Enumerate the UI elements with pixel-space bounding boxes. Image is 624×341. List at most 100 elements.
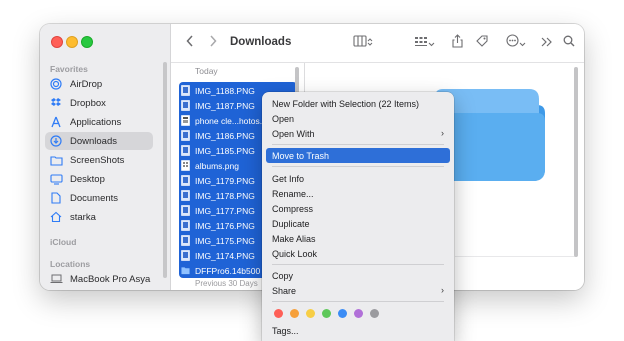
chevron-left-icon [186, 34, 194, 52]
sidebar-item-documents[interactable]: Documents [45, 189, 153, 207]
more-actions-button[interactable] [503, 34, 529, 52]
view-mode-button[interactable] [349, 35, 377, 51]
home-icon [49, 210, 63, 224]
downloads-icon [49, 134, 63, 148]
columns-view-icon [353, 34, 367, 52]
file-name: IMG_1186.PNG [195, 130, 255, 141]
sidebar-item-dropbox[interactable]: Dropbox [45, 94, 153, 112]
image-file-icon [181, 115, 190, 126]
sidebar-section-icloud: iCloud [50, 237, 77, 247]
menu-item-move-to-trash[interactable]: Move to Trash [266, 148, 450, 163]
menu-separator [272, 301, 444, 302]
menu-item-get-info[interactable]: Get Info [266, 171, 450, 186]
image-file-icon [181, 160, 190, 171]
submenu-chevron-icon: › [441, 128, 444, 138]
menu-item-rename[interactable]: Rename... [266, 186, 450, 201]
sidebar-item-downloads[interactable]: Downloads [45, 132, 153, 150]
context-menu: New Folder with Selection (22 Items) Ope… [262, 92, 454, 341]
file-name: IMG_1177.PNG [195, 205, 255, 216]
file-name: IMG_1179.PNG [195, 175, 255, 186]
sidebar-section-favorites: Favorites [50, 64, 88, 74]
toolbar-overflow-button[interactable] [539, 35, 553, 51]
image-file-icon [181, 205, 190, 216]
tag-gray-button[interactable] [370, 309, 379, 318]
menu-item-duplicate[interactable]: Duplicate [266, 216, 450, 231]
file-name: IMG_1185.PNG [195, 145, 255, 156]
sidebar-item-label: Applications [70, 116, 122, 128]
document-icon [49, 191, 63, 205]
grid-icon [414, 34, 428, 52]
menu-item-new-folder-with-selection[interactable]: New Folder with Selection (22 Items) [266, 96, 450, 111]
sidebar-item-applications[interactable]: Applications [45, 113, 153, 131]
back-button[interactable] [182, 35, 198, 51]
menu-item-compress[interactable]: Compress [266, 201, 450, 216]
image-file-icon [181, 190, 190, 201]
menu-item-open[interactable]: Open [266, 111, 450, 126]
sidebar-item-starka[interactable]: starka [45, 208, 153, 226]
menu-item-copy[interactable]: Copy [266, 268, 450, 283]
sidebar-item-airdrop[interactable]: AirDrop [45, 75, 153, 93]
tag-red-button[interactable] [274, 309, 283, 318]
preview-scrollbar[interactable] [574, 67, 578, 257]
menu-item-tags[interactable]: Tags... [266, 323, 450, 338]
sidebar-item-screenshots[interactable]: ScreenShots [45, 151, 153, 169]
zoom-window-button[interactable] [81, 36, 93, 48]
search-button[interactable] [561, 35, 577, 51]
minimize-window-button[interactable] [66, 36, 78, 48]
sidebar-item-label: AirDrop [70, 78, 103, 90]
sidebar-item-label: Desktop [70, 173, 105, 185]
chevron-down-icon [519, 34, 526, 52]
image-file-icon [181, 175, 190, 186]
file-name: IMG_1175.PNG [195, 235, 255, 246]
menu-separator [272, 144, 444, 145]
dropbox-icon [49, 96, 63, 110]
tag-yellow-button[interactable] [306, 309, 315, 318]
sidebar-item-macbook[interactable]: MacBook Pro Asya [45, 270, 153, 288]
tag-icon [475, 34, 489, 53]
forward-button[interactable] [205, 35, 221, 51]
desktop-icon [49, 172, 63, 186]
sidebar-item-label: Downloads [70, 135, 117, 147]
group-button[interactable] [411, 35, 437, 51]
share-icon [451, 33, 463, 53]
sidebar-item-label: starka [70, 211, 96, 223]
tag-purple-button[interactable] [354, 309, 363, 318]
sidebar-item-label: MacBook Pro Asya [70, 273, 151, 285]
menu-item-quick-look[interactable]: Quick Look [266, 246, 450, 261]
search-icon [563, 34, 575, 52]
ellipsis-circle-icon [506, 34, 519, 52]
preview-divider [455, 256, 575, 257]
image-file-icon [181, 145, 190, 156]
file-name: phone cle...hotos. [195, 115, 263, 126]
sidebar-item-desktop[interactable]: Desktop [45, 170, 153, 188]
close-window-button[interactable] [51, 36, 63, 48]
sidebar-item-label: Documents [70, 192, 119, 204]
menu-item-open-with[interactable]: Open With › [266, 126, 450, 141]
image-file-icon [181, 100, 190, 111]
chevron-down-icon [428, 34, 435, 52]
menu-item-make-alias[interactable]: Make Alias [266, 231, 450, 246]
sidebar-scrollbar[interactable] [163, 62, 167, 278]
file-name: albums.png [195, 160, 239, 171]
tag-button[interactable] [473, 34, 491, 53]
file-name: IMG_1187.PNG [195, 100, 255, 111]
file-name: IMG_1174.PNG [195, 250, 255, 261]
submenu-chevron-icon: › [441, 285, 444, 295]
menu-separator [272, 166, 444, 167]
file-name: IMG_1176.PNG [195, 220, 255, 231]
image-file-icon [181, 250, 190, 261]
tag-green-button[interactable] [322, 309, 331, 318]
today-section-label: Today [195, 66, 218, 76]
applications-icon [49, 115, 63, 129]
previous-section-label: Previous 30 Days [195, 279, 258, 288]
sidebar-item-label: Dropbox [70, 97, 106, 109]
sidebar-item-label: ScreenShots [70, 154, 125, 166]
share-button[interactable] [449, 33, 465, 53]
image-file-icon [181, 220, 190, 231]
double-chevron-right-icon [541, 34, 552, 52]
tag-orange-button[interactable] [290, 309, 299, 318]
file-name: DFFPro6.14b500 [195, 265, 261, 276]
menu-item-share[interactable]: Share › [266, 283, 450, 298]
sidebar: Favorites AirDrop Dropbox Applications D… [40, 24, 171, 290]
tag-blue-button[interactable] [338, 309, 347, 318]
